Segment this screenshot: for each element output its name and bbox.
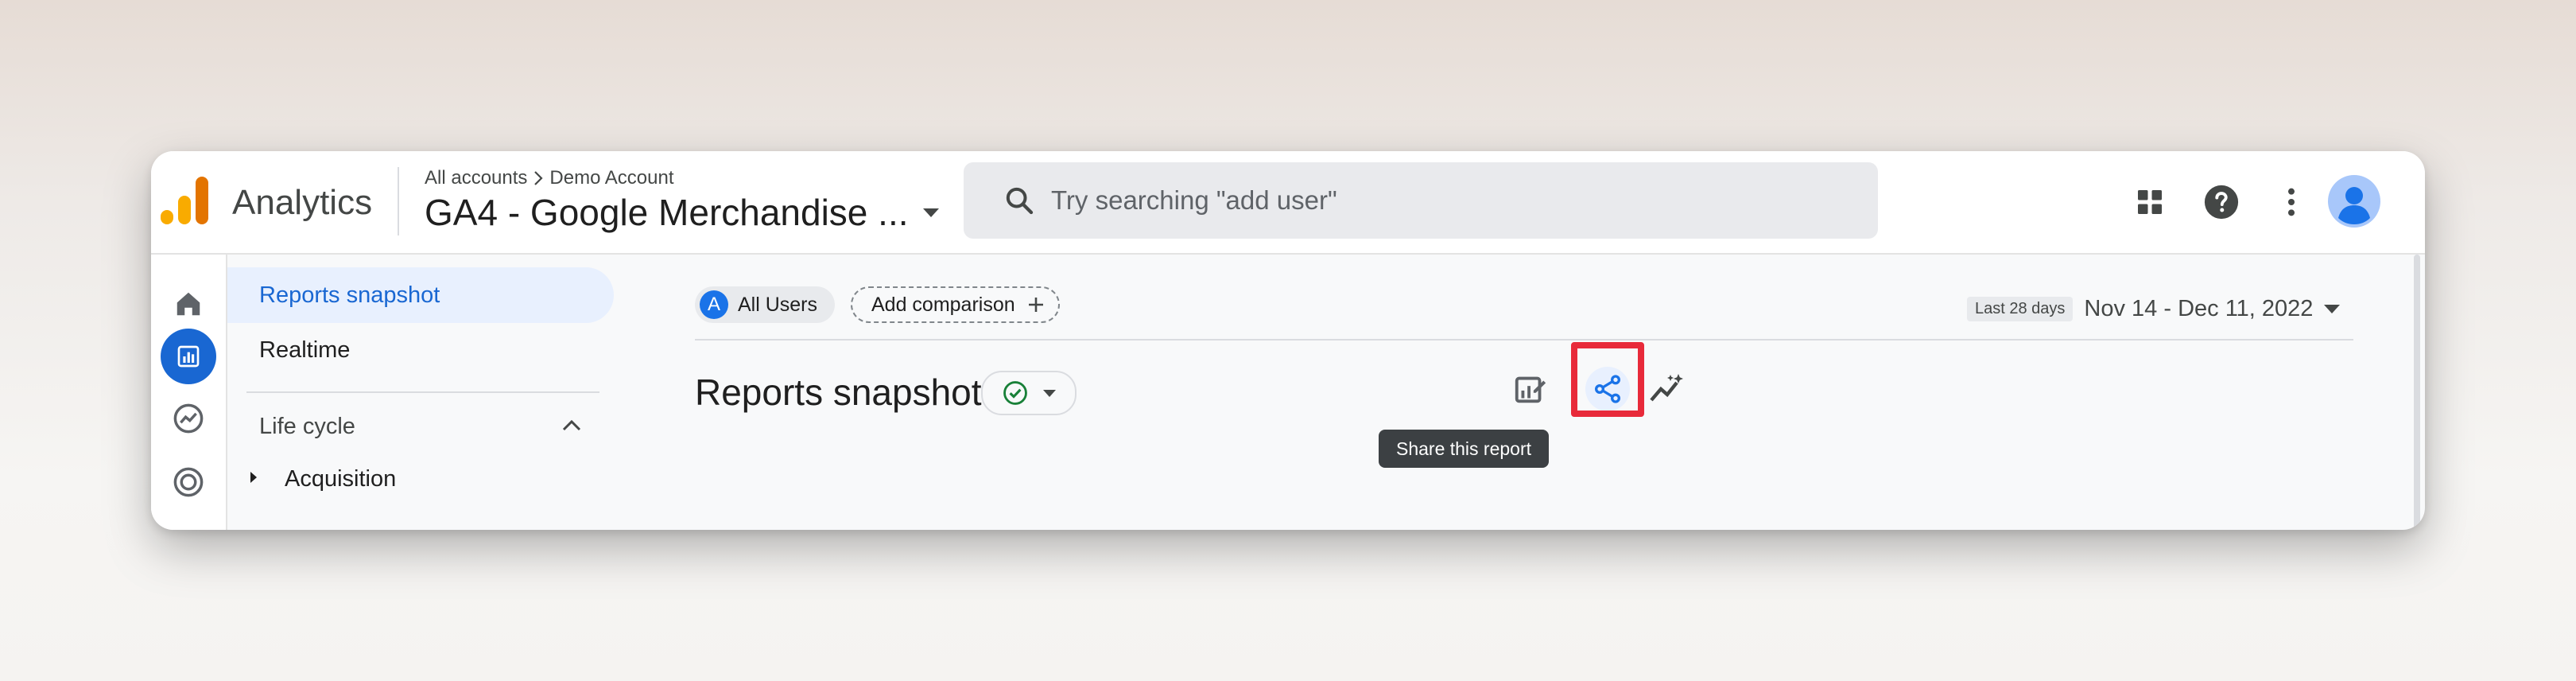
search-bar[interactable]: Try searching "add user" bbox=[964, 162, 1878, 239]
nav-item-realtime[interactable]: Realtime bbox=[227, 325, 614, 374]
rail-home[interactable] bbox=[151, 275, 226, 333]
chevron-right-icon bbox=[534, 171, 543, 185]
search-input[interactable]: Try searching "add user" bbox=[1051, 185, 1337, 216]
breadcrumb[interactable]: All accounts Demo Account bbox=[425, 167, 674, 189]
share-tooltip: Share this report bbox=[1379, 430, 1549, 468]
search-icon bbox=[1006, 187, 1034, 215]
chevron-up-icon[interactable] bbox=[561, 418, 582, 433]
top-bar: Analytics All accounts Demo Account GA4 … bbox=[151, 151, 2425, 255]
app-name: Analytics bbox=[232, 183, 373, 222]
nav-item-label[interactable]: Reports snapshot bbox=[259, 282, 440, 309]
scrollbar[interactable] bbox=[2414, 255, 2420, 530]
more-vert-icon[interactable] bbox=[2269, 180, 2314, 224]
nav-item-acquisition[interactable]: Acquisition bbox=[227, 457, 614, 506]
segment-letter: A bbox=[700, 290, 728, 319]
account-avatar-icon[interactable] bbox=[2328, 175, 2380, 228]
nav-item-label[interactable]: Acquisition bbox=[285, 466, 396, 492]
rail-explore[interactable] bbox=[151, 390, 226, 447]
advertising-icon[interactable] bbox=[172, 465, 205, 499]
check-circle-icon bbox=[1003, 381, 1027, 405]
add-comparison-button[interactable]: Add comparison bbox=[851, 286, 1060, 323]
date-range-picker[interactable]: Last 28 days Nov 14 - Dec 11, 2022 bbox=[1967, 296, 2341, 322]
nav-item-label[interactable]: Realtime bbox=[259, 337, 350, 364]
plus-icon bbox=[1028, 298, 1043, 312]
report-nav: Reports snapshot Realtime Life cycle Acq… bbox=[227, 255, 641, 530]
divider bbox=[398, 167, 399, 235]
segment-chip[interactable]: A All Users bbox=[695, 286, 836, 323]
date-range-text[interactable]: Nov 14 - Dec 11, 2022 bbox=[2084, 296, 2313, 322]
breadcrumb-root[interactable]: All accounts bbox=[425, 167, 527, 189]
property-selector[interactable]: GA4 - Google Merchandise ... bbox=[425, 191, 939, 234]
nav-item-reports-snapshot[interactable]: Reports snapshot bbox=[227, 267, 614, 323]
home-icon[interactable] bbox=[173, 289, 204, 319]
analytics-window: Analytics All accounts Demo Account GA4 … bbox=[151, 151, 2425, 530]
rail-reports[interactable] bbox=[151, 328, 226, 385]
date-badge: Last 28 days bbox=[1967, 297, 2074, 321]
insights-icon[interactable] bbox=[1639, 361, 1695, 417]
explore-icon[interactable] bbox=[172, 402, 205, 435]
analytics-logo-icon[interactable] bbox=[161, 177, 208, 224]
expand-arrow-icon[interactable] bbox=[248, 469, 259, 485]
left-rail bbox=[151, 255, 227, 530]
segment-label: All Users bbox=[738, 293, 818, 316]
help-icon[interactable] bbox=[2199, 180, 2244, 224]
highlight-box bbox=[1571, 342, 1644, 417]
report-status-chip[interactable] bbox=[981, 371, 1077, 415]
nav-section-life-cycle[interactable]: Life cycle bbox=[227, 401, 614, 450]
dropdown-caret-icon[interactable] bbox=[922, 208, 939, 217]
dropdown-caret-icon[interactable] bbox=[2324, 305, 2341, 313]
nav-section-label[interactable]: Life cycle bbox=[259, 414, 355, 440]
dropdown-caret-icon[interactable] bbox=[1043, 389, 1056, 397]
property-name[interactable]: GA4 - Google Merchandise ... bbox=[425, 191, 909, 234]
apps-grid-icon[interactable] bbox=[2128, 180, 2172, 224]
breadcrumb-account[interactable]: Demo Account bbox=[549, 167, 673, 189]
rail-advertising[interactable] bbox=[151, 453, 226, 511]
add-comparison-label: Add comparison bbox=[871, 293, 1015, 316]
page-title: Reports snapshot bbox=[695, 372, 982, 413]
nav-divider bbox=[246, 391, 599, 393]
customize-report-icon[interactable] bbox=[1503, 361, 1558, 417]
header-divider bbox=[695, 339, 2353, 340]
reports-icon[interactable] bbox=[161, 329, 216, 384]
